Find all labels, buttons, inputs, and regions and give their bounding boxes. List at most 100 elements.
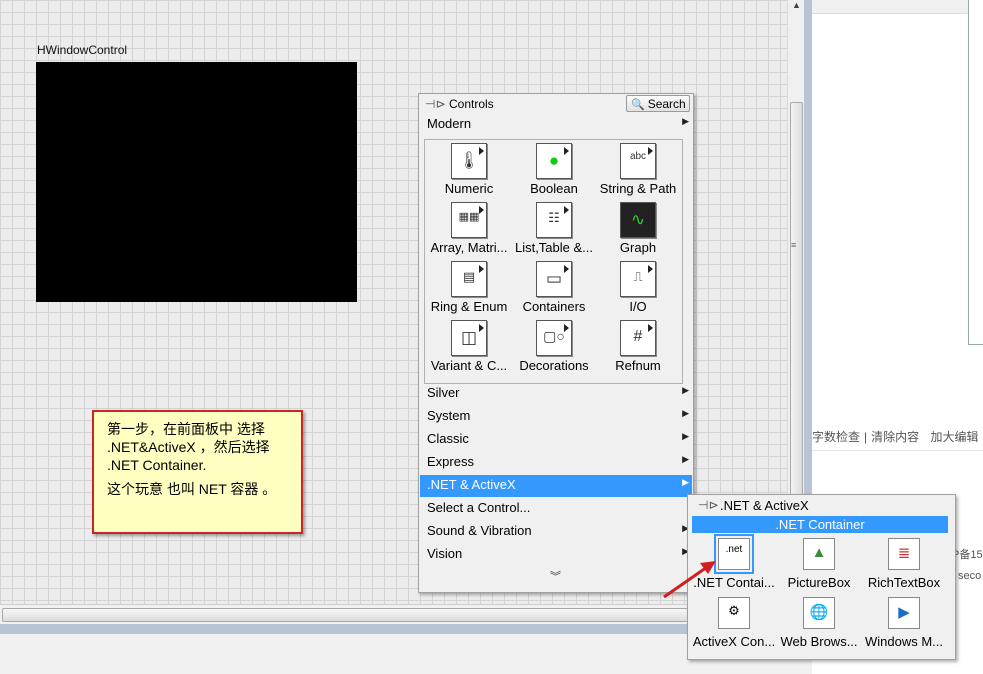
background-window-header (812, 0, 983, 14)
boolean-icon: ● (536, 143, 572, 179)
modern-subpalette: 🌡 Numeric ● Boolean abc String & Path ▦▦… (424, 139, 683, 384)
windows-media-icon: ▶ (888, 597, 920, 629)
hwindowcontrol-label: HWindowControl (37, 43, 128, 57)
picturebox-icon: ▲ (803, 538, 835, 570)
toolbar-item-clear[interactable]: 清除内容 (871, 430, 919, 444)
palette-item-graph[interactable]: ∿ Graph (595, 202, 681, 260)
category-label: Vision (427, 546, 463, 561)
category-vision[interactable]: Vision ▶ (420, 544, 692, 566)
activex-container-icon: ⚙ (718, 597, 750, 629)
palette-item-refnum[interactable]: # Refnum (595, 320, 681, 378)
background-divider (812, 450, 983, 451)
category-label: Express (427, 454, 474, 469)
subpalette-title: .NET & ActiveX (720, 498, 809, 513)
palette-item-decorations[interactable]: ▢○ Decorations (511, 320, 597, 378)
palette-item-activex-container[interactable]: ⚙ ActiveX Con... (692, 597, 776, 659)
palette-item-label: String & Path (599, 181, 677, 196)
hwindowcontrol-display[interactable] (36, 62, 357, 302)
palette-item-label: PictureBox (787, 575, 851, 590)
category-modern[interactable]: Modern ▶ (420, 114, 692, 136)
palette-item-io[interactable]: ⎍ I/O (595, 261, 681, 319)
palette-item-label: ActiveX Con... (692, 634, 776, 649)
horizontal-scroll-thumb[interactable] (2, 608, 797, 622)
category-silver[interactable]: Silver ▶ (420, 383, 692, 405)
palette-item-web-browser[interactable]: 🌐 Web Brows... (777, 597, 861, 659)
expand-arrow-icon: ▶ (682, 477, 689, 487)
numeric-icon: 🌡 (451, 143, 487, 179)
net-container-icon: .net (714, 534, 754, 574)
thumbtack-pin-icon[interactable]: ⊣⊳ (698, 498, 719, 512)
scroll-grip-icon: ≡ (791, 240, 797, 250)
io-icon: ⎍ (620, 261, 656, 297)
category-label: .NET & ActiveX (427, 477, 516, 492)
palette-item-array-matrix[interactable]: ▦▦ Array, Matri... (426, 202, 512, 260)
containers-icon: ▭ (536, 261, 572, 297)
palette-item-windows-media[interactable]: ▶ Windows M... (862, 597, 946, 659)
toolbar-item-word-count[interactable]: 字数检查 (812, 430, 860, 444)
toolbar-item-enlarge[interactable]: 加大编辑 (931, 430, 979, 444)
scroll-up-arrow-icon[interactable]: ▲ (792, 0, 801, 10)
array-matrix-icon: ▦▦ (451, 202, 487, 238)
expand-arrow-icon: ▶ (682, 385, 689, 395)
palette-item-label: .NET Contai... (693, 575, 775, 590)
expand-arrow-icon: ▶ (682, 116, 689, 126)
category-label: Classic (427, 431, 469, 446)
category-system[interactable]: System ▶ (420, 406, 692, 428)
search-button[interactable]: 🔍 Search (626, 95, 690, 112)
background-editor-toolbar: 字数检查 | 清除内容 加大编辑 (812, 430, 979, 444)
category-classic[interactable]: Classic ▶ (420, 429, 692, 451)
expand-arrow-icon: ▶ (682, 454, 689, 464)
list-table-icon: ☷ (536, 202, 572, 238)
show-more-chevron-icon[interactable]: ︾ (550, 568, 561, 584)
thumbtack-pin-icon[interactable]: ⊣⊳ (425, 97, 446, 111)
palette-item-label: Decorations (519, 358, 589, 373)
palette-item-boolean[interactable]: ● Boolean (511, 143, 597, 201)
palette-item-label: List,Table &... (514, 240, 594, 255)
palette-item-label: Boolean (530, 181, 578, 196)
refnum-icon: # (620, 320, 656, 356)
palette-item-picturebox[interactable]: ▲ PictureBox (777, 538, 861, 600)
palette-item-ring-enum[interactable]: ▤ Ring & Enum (426, 261, 512, 319)
controls-palette-title: Controls (449, 97, 494, 111)
palette-item-label: Web Brows... (780, 634, 858, 649)
string-path-icon: abc (620, 143, 656, 179)
palette-item-string-path[interactable]: abc String & Path (595, 143, 681, 201)
note-line-1: 第一步，在前面板中 选择 .NET&ActiveX ，然后选择 .NET Con… (107, 421, 270, 473)
palette-item-label: Ring & Enum (430, 299, 508, 314)
richtextbox-icon: ≣ (888, 538, 920, 570)
palette-item-net-container[interactable]: .net .NET Contai... (692, 534, 776, 600)
variant-class-icon: ◫ (451, 320, 487, 356)
note-line-2: 这个玩意 也叫 NET 容器 。 (107, 481, 277, 497)
background-side-panel (968, 0, 983, 345)
net-activex-subpalette: ⊣⊳ .NET & ActiveX .NET Container .net .N… (687, 494, 956, 660)
category-select-a-control[interactable]: Select a Control... (420, 498, 692, 520)
palette-item-label: RichTextBox (867, 575, 941, 590)
expand-arrow-icon: ▶ (682, 431, 689, 441)
controls-palette-titlebar: ⊣⊳ Controls 🔍 Search (419, 94, 693, 114)
palette-item-list-table[interactable]: ☷ List,Table &... (511, 202, 597, 260)
horizontal-scrollbar[interactable] (0, 604, 804, 624)
instruction-note: 第一步，在前面板中 选择 .NET&ActiveX ，然后选择 .NET Con… (92, 410, 303, 534)
palette-item-label: Variant & C... (430, 358, 508, 373)
category-sound-vibration[interactable]: Sound & Vibration ▶ (420, 521, 692, 543)
category-label: System (427, 408, 471, 423)
background-text-2: seco (958, 570, 982, 582)
palette-item-label: Numeric (444, 181, 494, 196)
palette-item-richtextbox[interactable]: ≣ RichTextBox (862, 538, 946, 600)
category-net-activex[interactable]: .NET & ActiveX ▶ (420, 475, 692, 497)
controls-palette: ⊣⊳ Controls 🔍 Search Modern ▶ 🌡 Numeric ●… (418, 93, 694, 593)
palette-item-label: Windows M... (864, 634, 943, 649)
category-label: Sound & Vibration (427, 523, 532, 538)
palette-item-label: Refnum (615, 358, 661, 373)
search-button-label: Search (647, 97, 686, 111)
category-label: Silver (427, 385, 460, 400)
category-express[interactable]: Express ▶ (420, 452, 692, 474)
category-label: Select a Control... (427, 500, 531, 515)
category-label: Modern (427, 116, 472, 131)
palette-item-label: Graph (619, 240, 657, 255)
palette-item-numeric[interactable]: 🌡 Numeric (426, 143, 512, 201)
palette-item-label: I/O (629, 299, 647, 314)
palette-item-containers[interactable]: ▭ Containers (511, 261, 597, 319)
palette-item-variant-class[interactable]: ◫ Variant & C... (426, 320, 512, 378)
decorations-icon: ▢○ (536, 320, 572, 356)
